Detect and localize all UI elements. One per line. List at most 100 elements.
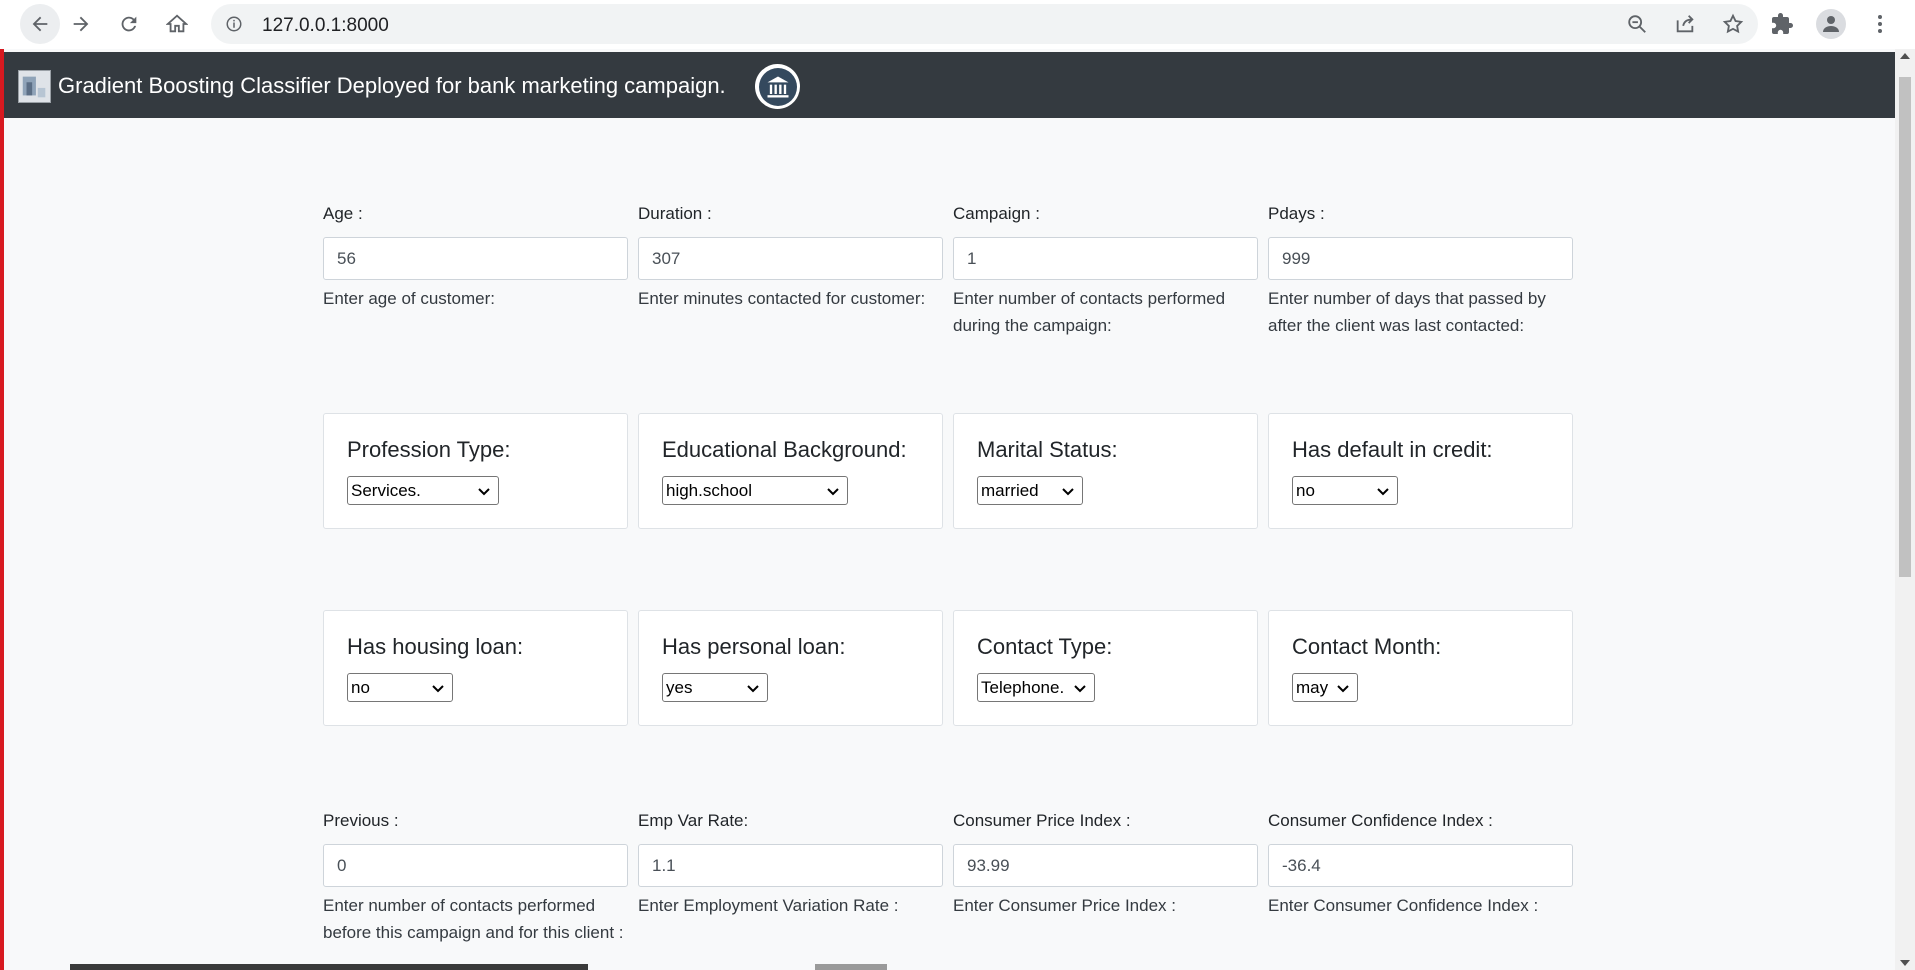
age-field: Age : Enter age of customer:	[323, 204, 628, 312]
zoom-out-icon[interactable]	[1626, 13, 1648, 35]
extensions-icon[interactable]	[1770, 12, 1794, 36]
info-icon[interactable]	[225, 15, 243, 33]
housing-loan-title: Has housing loan:	[347, 634, 524, 659]
profession-card: Profession Type: Services.	[323, 413, 628, 529]
contact-type-select[interactable]: Telephone.	[977, 673, 1095, 702]
profession-title: Profession Type:	[347, 437, 511, 462]
previous-field: Previous : Enter number of contacts perf…	[323, 811, 628, 946]
pdays-input[interactable]	[1268, 237, 1573, 280]
navbar-brand[interactable]: Gradient Boosting Classifier Deployed fo…	[58, 73, 726, 99]
education-card: Educational Background: high.school	[638, 413, 943, 529]
cpi-input[interactable]	[953, 844, 1258, 887]
education-selected: high.school	[666, 480, 753, 500]
forward-button[interactable]	[57, 0, 105, 48]
scrollbar-thumb[interactable]	[1899, 77, 1911, 577]
marital-title: Marital Status:	[977, 437, 1118, 462]
cci-input[interactable]	[1268, 844, 1573, 887]
profile-avatar[interactable]	[1816, 9, 1846, 39]
marital-select[interactable]: married	[977, 476, 1083, 505]
cpi-label: Consumer Price Index :	[953, 811, 1131, 830]
contact-type-card: Contact Type: Telephone.	[953, 610, 1258, 726]
chevron-down-icon	[1074, 685, 1086, 693]
scroll-up-arrow-icon[interactable]	[1900, 53, 1910, 59]
cci-label: Consumer Confidence Index :	[1268, 811, 1493, 830]
chevron-down-icon	[478, 488, 490, 496]
default-credit-card: Has default in credit: no	[1268, 413, 1573, 529]
contact-type-title: Contact Type:	[977, 634, 1113, 659]
housing-loan-select[interactable]: no	[347, 673, 453, 702]
contact-month-selected: may	[1296, 677, 1329, 697]
arrow-right-icon	[73, 16, 89, 32]
cci-field: Consumer Confidence Index : Enter Consum…	[1268, 811, 1573, 919]
address-bar[interactable]: 127.0.0.1:8000	[211, 4, 1758, 44]
cci-help: Enter Consumer Confidence Index :	[1268, 896, 1539, 915]
duration-field: Duration : Enter minutes contacted for c…	[638, 204, 943, 312]
profession-selected: Services.	[351, 480, 421, 500]
personal-loan-card: Has personal loan: yes	[638, 610, 943, 726]
chevron-down-icon	[432, 685, 444, 693]
taskbar-strip-indicator	[815, 964, 887, 970]
emp-var-rate-label: Emp Var Rate:	[638, 811, 749, 830]
personal-loan-title: Has personal loan:	[662, 634, 846, 659]
housing-loan-card: Has housing loan: no	[323, 610, 628, 726]
reload-button[interactable]	[105, 0, 153, 48]
home-icon	[166, 14, 188, 33]
taskbar-strip	[70, 964, 588, 970]
vertical-scrollbar[interactable]	[1895, 49, 1915, 970]
duration-input[interactable]	[638, 237, 943, 280]
share-icon[interactable]	[1674, 13, 1696, 35]
chevron-down-icon	[1337, 685, 1349, 693]
emp-var-rate-input[interactable]	[638, 844, 943, 887]
chevron-down-icon	[747, 685, 759, 693]
navbar: Gradient Boosting Classifier Deployed fo…	[4, 52, 1895, 118]
campaign-field: Campaign : Enter number of contacts perf…	[953, 204, 1258, 339]
url-text[interactable]: 127.0.0.1:8000	[262, 15, 389, 37]
cpi-help: Enter Consumer Price Index :	[953, 896, 1176, 915]
reload-icon	[121, 16, 137, 32]
arrow-left-icon	[32, 16, 48, 32]
pdays-label: Pdays :	[1268, 204, 1325, 223]
chart-logo-icon	[22, 76, 46, 98]
emp-var-rate-help: Enter Employment Variation Rate :	[638, 896, 899, 915]
bank-icon	[755, 64, 800, 109]
more-vert-icon[interactable]	[1868, 12, 1892, 36]
age-label: Age :	[323, 204, 363, 223]
contact-month-select[interactable]: may	[1292, 673, 1358, 702]
default-credit-select[interactable]: no	[1292, 476, 1398, 505]
duration-help: Enter minutes contacted for customer:	[638, 289, 926, 308]
browser-toolbar: 127.0.0.1:8000	[0, 0, 1915, 49]
education-select[interactable]: high.school	[662, 476, 848, 505]
previous-help: Enter number of contacts performed befor…	[323, 896, 624, 942]
profession-select[interactable]: Services.	[347, 476, 499, 505]
previous-input[interactable]	[323, 844, 628, 887]
person-icon	[1823, 16, 1839, 32]
marital-card: Marital Status: married	[953, 413, 1258, 529]
cpi-field: Consumer Price Index : Enter Consumer Pr…	[953, 811, 1258, 919]
age-input[interactable]	[323, 237, 628, 280]
home-button[interactable]	[153, 0, 201, 48]
contact-type-selected: Telephone.	[981, 677, 1065, 697]
default-credit-selected: no	[1296, 480, 1315, 500]
contact-month-card: Contact Month: may	[1268, 610, 1573, 726]
emp-var-rate-field: Emp Var Rate: Enter Employment Variation…	[638, 811, 943, 919]
personal-loan-select[interactable]: yes	[662, 673, 768, 702]
education-title: Educational Background:	[662, 437, 907, 462]
previous-label: Previous :	[323, 811, 399, 830]
campaign-label: Campaign :	[953, 204, 1040, 223]
personal-loan-selected: yes	[666, 677, 693, 697]
star-icon[interactable]	[1722, 13, 1744, 35]
chevron-down-icon	[1062, 488, 1074, 496]
campaign-input[interactable]	[953, 237, 1258, 280]
marital-selected: married	[981, 480, 1039, 500]
campaign-help: Enter number of contacts performed durin…	[953, 289, 1226, 335]
pdays-field: Pdays : Enter number of days that passed…	[1268, 204, 1573, 339]
page-content: Gradient Boosting Classifier Deployed fo…	[0, 49, 1895, 970]
app-logo[interactable]	[18, 70, 51, 103]
pdays-help: Enter number of days that passed by afte…	[1268, 289, 1546, 335]
scroll-down-arrow-icon[interactable]	[1900, 960, 1910, 966]
duration-label: Duration :	[638, 204, 712, 223]
default-credit-title: Has default in credit:	[1292, 437, 1493, 462]
chevron-down-icon	[827, 488, 839, 496]
chevron-down-icon	[1377, 488, 1389, 496]
contact-month-title: Contact Month:	[1292, 634, 1442, 659]
